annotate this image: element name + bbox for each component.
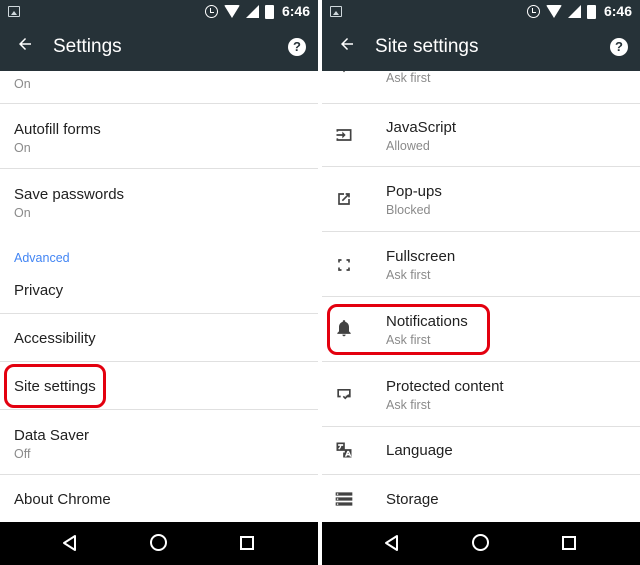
help-icon[interactable]: ? [610, 38, 628, 56]
settings-item-title: Save passwords [14, 186, 125, 203]
popup-icon [338, 193, 350, 205]
status-time: 6:46 [603, 3, 632, 19]
signal-icon [245, 4, 259, 18]
site-setting-item-location[interactable]: Ask first [322, 71, 640, 104]
settings-item-title: Data Saver [14, 427, 90, 444]
site-setting-item-popups[interactable]: Pop-ups Blocked [322, 167, 640, 232]
settings-item-subtitle: On [14, 141, 31, 155]
alarm-icon [526, 5, 540, 18]
site-setting-title: Pop-ups [386, 183, 442, 200]
wifi-icon [223, 5, 240, 18]
section-header-advanced: Advanced [14, 251, 70, 265]
nav-recents-icon[interactable] [562, 536, 576, 550]
site-setting-subtitle: Ask first [386, 398, 431, 412]
site-setting-title: Protected content [386, 378, 504, 395]
site-setting-item-storage[interactable]: Storage [322, 475, 640, 522]
site-settings-screen: 6:46 Site settings ? Ask first JavaScrip… [322, 0, 640, 565]
fullscreen-icon [338, 259, 350, 271]
settings-item-subtitle: Off [14, 447, 31, 461]
nav-recents-icon[interactable] [240, 536, 254, 550]
site-setting-item-notifications[interactable]: Notifications Ask first [322, 297, 640, 362]
translate-icon [336, 442, 352, 458]
alarm-icon [204, 5, 218, 18]
nav-back-icon[interactable] [61, 534, 79, 552]
protected-content-icon [337, 389, 351, 400]
settings-item-save-passwords[interactable]: Save passwords On [0, 169, 318, 234]
site-settings-list: Ask first JavaScript Allowed Pop-ups Blo… [322, 71, 640, 522]
settings-item-title: Site settings [14, 378, 96, 395]
site-setting-item-protected-content[interactable]: Protected content Ask first [322, 362, 640, 427]
arrow-back-icon[interactable] [12, 34, 38, 60]
settings-item-privacy[interactable]: Privacy [0, 267, 318, 314]
status-bar: 6:46 [0, 0, 318, 24]
status-bar: 6:46 [322, 0, 640, 24]
bell-icon [337, 320, 351, 337]
status-time: 6:46 [281, 3, 310, 19]
page-title: Settings [53, 36, 122, 57]
settings-item-data-saver[interactable]: Data Saver Off [0, 410, 318, 475]
settings-item-about-chrome[interactable]: About Chrome [0, 475, 318, 522]
site-setting-item-language[interactable]: Language [322, 427, 640, 475]
image-notification-icon [330, 6, 342, 17]
battery-icon [586, 4, 596, 19]
settings-item-accessibility[interactable]: Accessibility [0, 314, 318, 362]
navigation-bar [322, 522, 640, 565]
site-setting-title: Storage [386, 491, 439, 508]
site-setting-item-fullscreen[interactable]: Fullscreen Ask first [322, 232, 640, 297]
arrow-back-icon[interactable] [334, 34, 360, 60]
site-setting-subtitle: Ask first [386, 71, 431, 85]
nav-home-icon[interactable] [150, 534, 167, 551]
wifi-icon [545, 5, 562, 18]
site-setting-title: JavaScript [386, 119, 457, 136]
battery-icon [264, 4, 274, 19]
location-icon [342, 71, 346, 73]
help-icon[interactable]: ? [288, 38, 306, 56]
settings-list: On Autofill forms On Save passwords On A… [0, 71, 318, 522]
settings-screen: 6:46 Settings ? On Autofill forms On Sav… [0, 0, 318, 565]
settings-item-title: Autofill forms [14, 121, 101, 138]
settings-item-subtitle: On [14, 206, 31, 220]
settings-item-autofill-forms[interactable]: Autofill forms On [0, 104, 318, 169]
settings-item-title [14, 71, 318, 74]
site-setting-title: Fullscreen [386, 248, 456, 265]
site-setting-title: Language [386, 442, 453, 459]
nav-back-icon[interactable] [383, 534, 401, 552]
site-setting-title: Notifications [386, 313, 468, 330]
toolbar: Settings ? [0, 24, 318, 71]
toolbar: Site settings ? [322, 24, 640, 71]
site-setting-subtitle: Ask first [386, 333, 431, 347]
navigation-bar [0, 522, 318, 565]
settings-item-subtitle: On [14, 77, 31, 91]
site-setting-subtitle: Ask first [386, 268, 431, 282]
page-title: Site settings [375, 36, 479, 57]
settings-item-title: About Chrome [14, 491, 111, 508]
site-setting-subtitle: Blocked [386, 203, 431, 217]
javascript-icon [336, 129, 352, 141]
settings-item-title: Accessibility [14, 330, 96, 347]
signal-icon [567, 4, 581, 18]
storage-icon [335, 492, 353, 506]
image-notification-icon [8, 6, 20, 17]
settings-item-site-settings[interactable]: Site settings [0, 362, 318, 410]
site-setting-subtitle: Allowed [386, 139, 430, 153]
site-setting-item-javascript[interactable]: JavaScript Allowed [322, 104, 640, 167]
settings-item-title: Privacy [14, 282, 64, 299]
settings-item-partial[interactable]: On [0, 71, 318, 104]
nav-home-icon[interactable] [472, 534, 489, 551]
